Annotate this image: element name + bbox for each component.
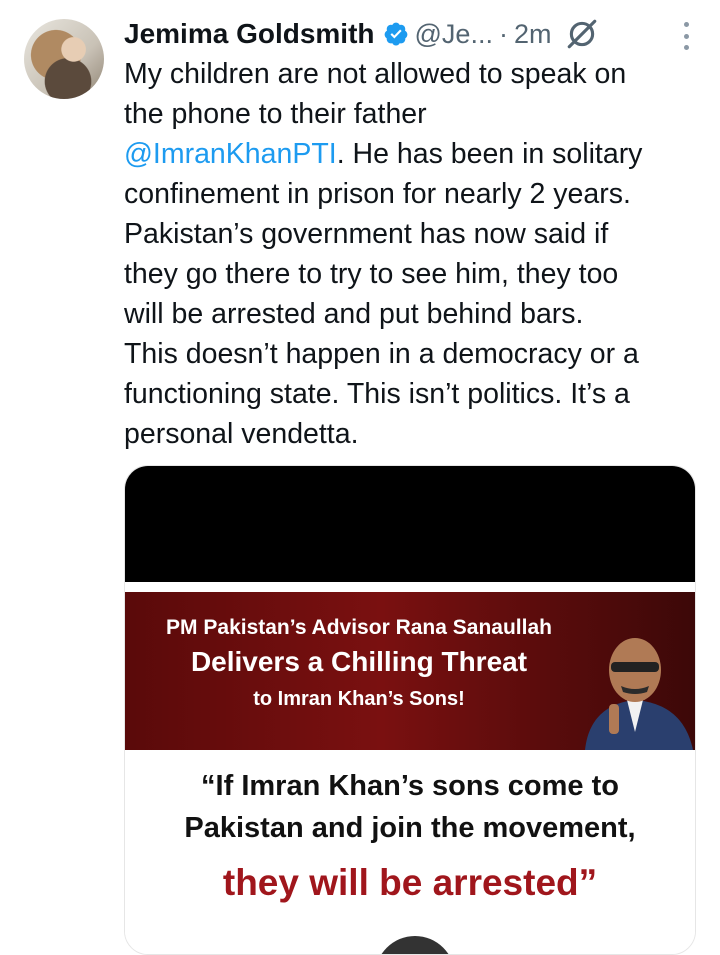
more-icon[interactable] [682,22,690,50]
tweet-line: This doesn’t happen in a democracy or a [124,338,639,370]
tweet-line: functioning state. This isn’t politics. … [124,378,630,410]
tweet-line: confinement in prison for nearly 2 years… [124,178,631,210]
tweet-timestamp[interactable]: 2m [514,19,552,50]
media-quote: “If Imran Khan’s sons come to Pakistan a… [125,750,695,954]
verified-badge-icon [384,22,407,46]
tweet-line: personal vendetta. [124,418,359,450]
tweet-line: will be arrested and put behind bars. [124,298,584,330]
person-photo [585,638,693,750]
mention-link[interactable]: @ImranKhanPTI [124,138,337,170]
media-black-bar [125,466,695,582]
media-photo-peek [375,936,455,954]
banner-line3: to Imran Khan’s Sons! [253,688,465,710]
tweet-line: @ImranKhanPTI. He has been in solitary [124,134,704,174]
tweet-line-rest: . He has been in solitary [336,138,643,170]
tweet-line: they go there to try to see him, they to… [124,258,619,290]
tweet-line: the phone to their father [124,98,427,130]
tweet-media-image[interactable]: PM Pakistan’s Advisor Rana Sanaullah Del… [124,465,696,955]
separator-dot: · [498,18,508,49]
banner-line1: PM Pakistan’s Advisor Rana Sanaullah [166,616,552,639]
tweet-line: Pakistan’s government has now said if [124,218,609,250]
author-handle[interactable]: @Je... [415,19,493,50]
quote-line2: Pakistan and join the movement, [184,812,636,844]
banner-line2: Delivers a Chilling Threat [190,646,528,677]
quote-line3: they will be arrested” [222,862,598,903]
quote-line1: “If Imran Khan’s sons come to [201,770,619,802]
tweet-line: My children are not allowed to speak on [124,58,627,90]
grok-icon[interactable] [565,17,599,51]
tweet-text: My children are not allowed to speak on … [124,54,704,454]
author-name[interactable]: Jemima Goldsmith [124,18,375,50]
media-banner: PM Pakistan’s Advisor Rana Sanaullah Del… [125,592,695,750]
tweet-header: Jemima Goldsmith @Je... · 2m [124,14,700,54]
author-avatar[interactable] [24,19,104,99]
